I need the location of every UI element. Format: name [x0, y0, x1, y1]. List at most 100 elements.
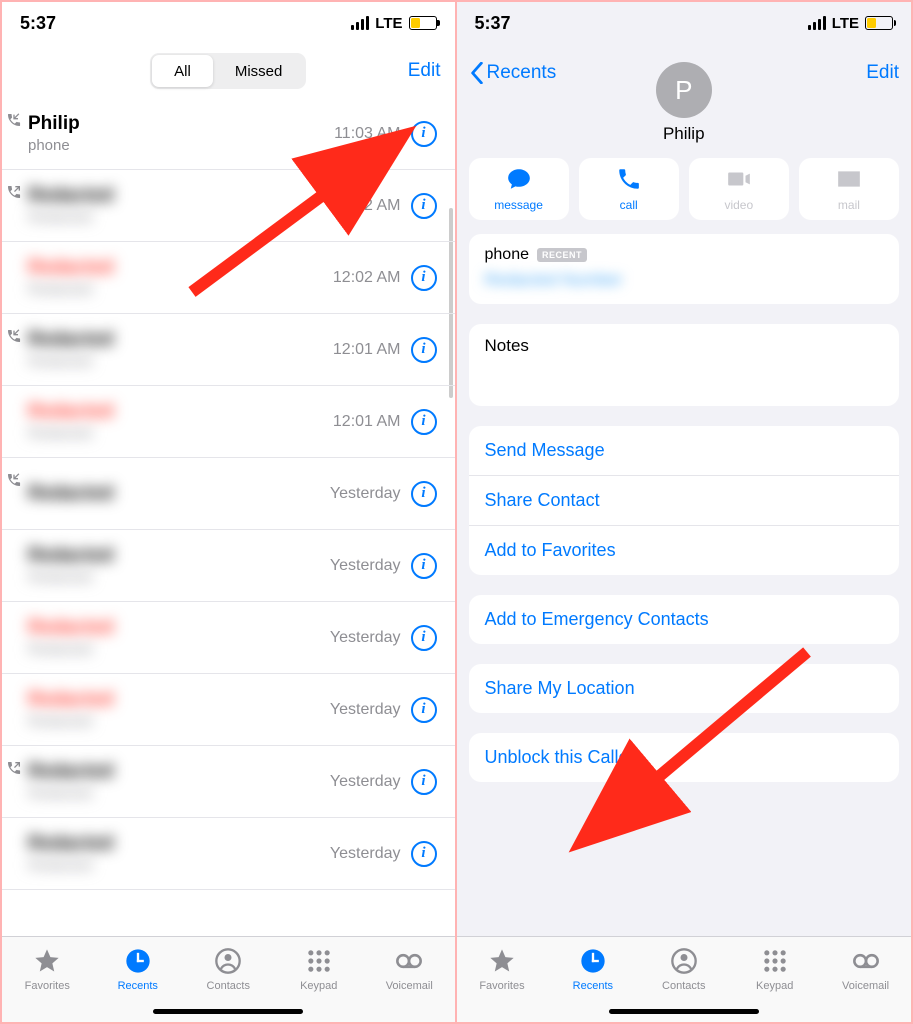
- actions-group-4: Unblock this Caller: [469, 733, 900, 782]
- segment-missed[interactable]: Missed: [213, 55, 305, 87]
- action-send-message[interactable]: Send Message: [469, 426, 900, 476]
- status-bar: 5:37 LTE: [2, 2, 455, 44]
- caller-sub: Redacted: [28, 857, 330, 874]
- status-time: 5:37: [475, 13, 511, 34]
- info-button[interactable]: i: [411, 625, 437, 651]
- action-unblock-this-caller[interactable]: Unblock this Caller: [469, 733, 900, 782]
- action-add-to-favorites[interactable]: Add to Favorites: [469, 526, 900, 575]
- info-button[interactable]: i: [411, 481, 437, 507]
- call-row[interactable]: RedactedRedactedYesterdayi: [2, 602, 455, 674]
- call-row[interactable]: RedactedRedactedYesterdayi: [2, 746, 455, 818]
- video-action[interactable]: video: [689, 158, 789, 220]
- tab-contacts[interactable]: Contacts: [638, 937, 729, 1002]
- network-label: LTE: [375, 15, 402, 32]
- call-time: Yesterday: [330, 701, 401, 719]
- caller-name: Redacted: [28, 761, 330, 783]
- edit-button[interactable]: Edit: [866, 62, 899, 84]
- action-add-to-emergency-contacts[interactable]: Add to Emergency Contacts: [469, 595, 900, 644]
- mail-action[interactable]: mail: [799, 158, 899, 220]
- tab-recents[interactable]: Recents: [547, 937, 638, 1002]
- caller-name: Philip: [28, 113, 334, 135]
- mail-icon: [836, 166, 862, 195]
- caller-sub: Redacted: [28, 209, 333, 226]
- recents-screen: 5:37 LTE All Missed Edit Philip phone11:0…: [2, 2, 457, 1022]
- caller-sub: phone: [28, 137, 334, 154]
- call-action[interactable]: call: [579, 158, 679, 220]
- call-row[interactable]: RedactedRedacted12:01 AMi: [2, 386, 455, 458]
- status-bar: 5:37 LTE: [457, 2, 912, 44]
- info-button[interactable]: i: [411, 193, 437, 219]
- call-time: 12:02 AM: [333, 197, 401, 215]
- action-row: message call video mail: [457, 158, 912, 234]
- notes-label: Notes: [485, 336, 529, 355]
- edit-button[interactable]: Edit: [408, 60, 441, 82]
- recents-list[interactable]: Philipphone11:03 AMiRedactedRedacted12:0…: [2, 98, 455, 936]
- tab-favorites[interactable]: Favorites: [2, 937, 93, 1002]
- call-row[interactable]: Philip phone11:03 AM i: [2, 98, 455, 170]
- caller-name: Redacted: [28, 185, 333, 207]
- call-time: 12:01 AM: [333, 413, 401, 431]
- tab-keypad[interactable]: Keypad: [729, 937, 820, 1002]
- call-time: Yesterday: [330, 629, 401, 647]
- action-share-my-location[interactable]: Share My Location: [469, 664, 900, 713]
- info-button[interactable]: i: [411, 553, 437, 579]
- notes-card[interactable]: Notes: [469, 324, 900, 406]
- info-button[interactable]: i: [411, 769, 437, 795]
- keypad-icon: [761, 947, 789, 978]
- info-button[interactable]: i: [411, 337, 437, 363]
- info-button[interactable]: i: [411, 121, 437, 147]
- call-type-icon: [6, 112, 24, 133]
- call-time: 11:03 AM: [334, 125, 400, 143]
- caller-name: Redacted: [28, 545, 330, 567]
- call-row[interactable]: RedactedRedacted12:02 AMi: [2, 242, 455, 314]
- recents-header: All Missed Edit: [2, 44, 455, 98]
- call-row[interactable]: Redacted RedactedYesterday i: [2, 530, 455, 602]
- status-time: 5:37: [20, 13, 56, 34]
- caller-sub: Redacted: [28, 353, 333, 370]
- call-type-icon: [6, 184, 24, 205]
- info-button[interactable]: i: [411, 841, 437, 867]
- video-icon: [726, 166, 752, 195]
- back-button[interactable]: Recents: [469, 62, 557, 84]
- info-button[interactable]: i: [411, 265, 437, 291]
- tab-voicemail[interactable]: Voicemail: [820, 937, 911, 1002]
- call-time: 12:01 AM: [333, 341, 401, 359]
- info-button[interactable]: i: [411, 409, 437, 435]
- call-row[interactable]: RedactedRedactedYesterdayi: [2, 674, 455, 746]
- call-row[interactable]: RedactedRedactedYesterdayi: [2, 818, 455, 890]
- call-type-icon: [6, 760, 24, 781]
- tab-contacts[interactable]: Contacts: [183, 937, 274, 1002]
- voicemail-icon: [852, 947, 880, 978]
- info-button[interactable]: i: [411, 697, 437, 723]
- recents-icon: [124, 947, 152, 978]
- tab-favorites[interactable]: Favorites: [457, 937, 548, 1002]
- caller-sub: Redacted: [28, 569, 330, 586]
- caller-sub: Redacted: [28, 641, 330, 658]
- segment-all[interactable]: All: [152, 55, 213, 87]
- tab-voicemail[interactable]: Voicemail: [364, 937, 455, 1002]
- home-indicator: [153, 1009, 303, 1014]
- caller-name: Redacted: [28, 833, 330, 855]
- caller-sub: Redacted: [28, 281, 333, 298]
- caller-name: Redacted: [28, 483, 330, 505]
- back-label: Recents: [487, 62, 557, 84]
- call-row[interactable]: RedactedYesterdayi: [2, 458, 455, 530]
- call-time: Yesterday: [330, 773, 401, 791]
- chevron-left-icon: [469, 62, 485, 84]
- tab-keypad[interactable]: Keypad: [274, 937, 365, 1002]
- tab-recents[interactable]: Recents: [93, 937, 184, 1002]
- home-indicator: [609, 1009, 759, 1014]
- message-action[interactable]: message: [469, 158, 569, 220]
- contacts-icon: [670, 947, 698, 978]
- call-time: Yesterday: [330, 557, 401, 575]
- phone-number[interactable]: Redacted Number: [485, 270, 884, 290]
- call-type-icon: [6, 472, 24, 493]
- keypad-icon: [305, 947, 333, 978]
- call-row[interactable]: Redacted Redacted12:02 AM i: [2, 170, 455, 242]
- caller-name: Redacted: [28, 689, 330, 711]
- call-row[interactable]: RedactedRedacted12:01 AMi: [2, 314, 455, 386]
- phone-card[interactable]: phone RECENT Redacted Number: [469, 234, 900, 304]
- actions-group-3: Share My Location: [469, 664, 900, 713]
- contact-header: P Philip: [457, 102, 912, 158]
- action-share-contact[interactable]: Share Contact: [469, 476, 900, 526]
